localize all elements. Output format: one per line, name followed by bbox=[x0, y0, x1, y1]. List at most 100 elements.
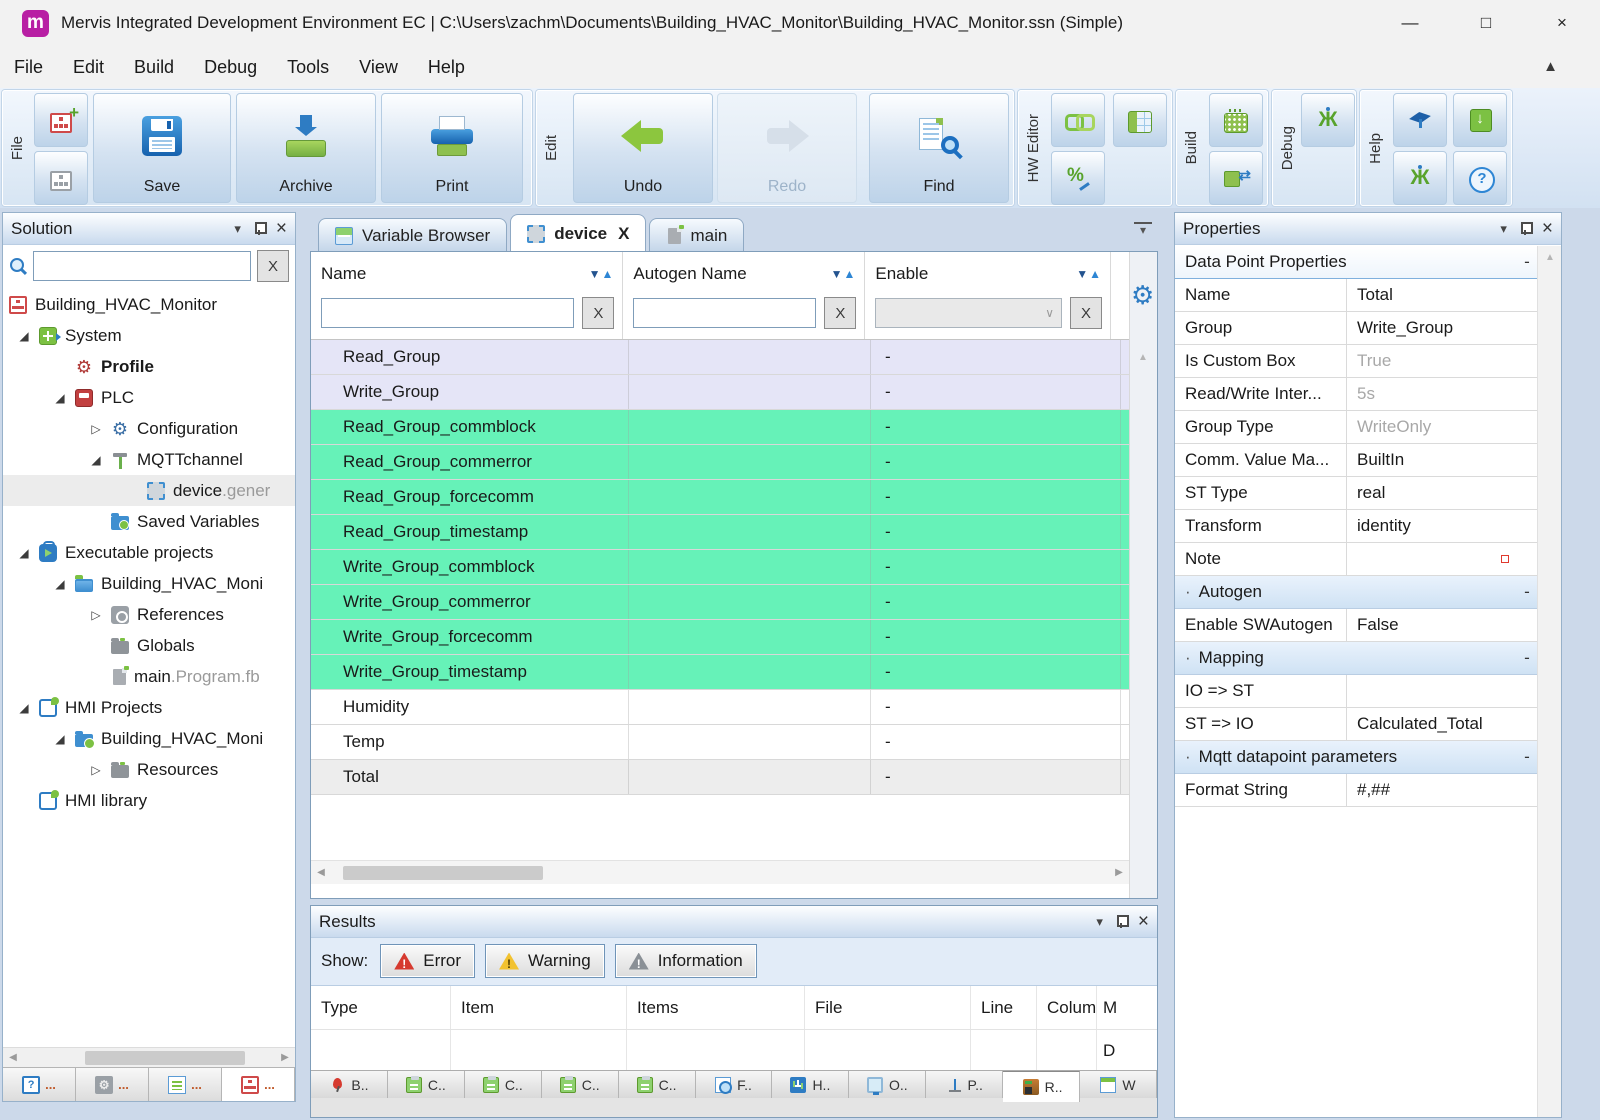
variable-row[interactable]: Write_Group_commerror - bbox=[311, 585, 1129, 620]
output-tab[interactable]: O.. bbox=[849, 1071, 926, 1098]
results-filter-button[interactable]: Error bbox=[380, 944, 475, 978]
variable-row[interactable]: Read_Group_timestamp - bbox=[311, 515, 1129, 550]
properties-menu-icon[interactable]: ▾ bbox=[1500, 221, 1507, 237]
variable-name-cell[interactable]: Read_Group_forcecomm bbox=[311, 480, 629, 514]
property-row[interactable]: Format String #,## bbox=[1175, 774, 1537, 807]
solution-menu-icon[interactable]: ▾ bbox=[234, 221, 241, 237]
section-collapse-icon[interactable]: - bbox=[1517, 582, 1537, 602]
variable-row[interactable]: Write_Group_forcecomm - bbox=[311, 620, 1129, 655]
expander-icon[interactable] bbox=[81, 763, 111, 777]
property-value[interactable]: WriteOnly bbox=[1347, 417, 1517, 437]
property-value[interactable]: 5s bbox=[1347, 384, 1517, 404]
solution-pin-icon[interactable] bbox=[253, 221, 264, 236]
undo-button[interactable]: Undo bbox=[573, 93, 713, 203]
variable-autogen-cell[interactable] bbox=[629, 445, 871, 479]
build-button[interactable] bbox=[1209, 93, 1263, 147]
results-pin-icon[interactable] bbox=[1115, 914, 1126, 929]
variable-row[interactable]: Read_Group_commerror - bbox=[311, 445, 1129, 480]
variable-enable-cell[interactable]: - bbox=[871, 760, 1121, 794]
sort-icons[interactable]: ▼▲ bbox=[1076, 267, 1102, 281]
expander-icon[interactable] bbox=[45, 391, 75, 405]
results-filter-button[interactable]: Warning bbox=[485, 944, 605, 978]
menu-item[interactable]: Debug bbox=[204, 57, 257, 78]
variable-autogen-cell[interactable] bbox=[629, 760, 871, 794]
save-button[interactable]: Save bbox=[93, 93, 231, 203]
property-row[interactable]: Group Write_Group bbox=[1175, 312, 1537, 345]
variable-enable-cell[interactable]: - bbox=[871, 445, 1121, 479]
variable-name-cell[interactable]: Write_Group_forcecomm bbox=[311, 620, 629, 654]
menu-item[interactable]: Build bbox=[134, 57, 174, 78]
output-tab[interactable]: C.. bbox=[465, 1071, 542, 1098]
variable-autogen-cell[interactable] bbox=[629, 655, 871, 689]
enable-filter-clear-button[interactable]: X bbox=[1070, 297, 1102, 329]
dock-tab[interactable]: ... bbox=[222, 1068, 295, 1101]
variable-row[interactable]: Temp - bbox=[311, 725, 1129, 760]
solution-search-input[interactable] bbox=[33, 251, 251, 281]
solution-horizontal-scrollbar[interactable]: ◀ ▶ bbox=[3, 1047, 295, 1067]
editor-tab[interactable]: main bbox=[649, 218, 744, 252]
property-row[interactable]: Is Custom Box True bbox=[1175, 345, 1537, 378]
variable-enable-cell[interactable]: - bbox=[871, 725, 1121, 759]
help-bug-button[interactable] bbox=[1393, 151, 1447, 205]
property-row[interactable]: Enable SWAutogen False bbox=[1175, 609, 1537, 642]
output-tab[interactable]: C.. bbox=[542, 1071, 619, 1098]
hw-link-button[interactable] bbox=[1051, 93, 1105, 147]
scroll-right-icon[interactable]: ▶ bbox=[275, 1052, 295, 1063]
menu-item[interactable]: Tools bbox=[287, 57, 329, 78]
redo-button[interactable]: Redo bbox=[717, 93, 857, 203]
tree-item[interactable]: Saved Variables bbox=[3, 506, 295, 537]
expander-icon[interactable] bbox=[81, 608, 111, 622]
expander-icon[interactable] bbox=[9, 701, 39, 715]
properties-scrollbar[interactable]: ▲ bbox=[1537, 246, 1561, 1117]
enable-filter-dropdown[interactable]: ∨ bbox=[875, 298, 1062, 328]
results-column-header[interactable]: Line bbox=[971, 986, 1037, 1029]
variable-row[interactable]: Humidity - bbox=[311, 690, 1129, 725]
variable-autogen-cell[interactable] bbox=[629, 585, 871, 619]
tree-item[interactable]: HMI Projects bbox=[3, 692, 295, 723]
variable-enable-cell[interactable]: - bbox=[871, 340, 1121, 374]
tree-item[interactable]: Resources bbox=[3, 754, 295, 785]
properties-close-icon[interactable]: × bbox=[1542, 221, 1553, 237]
variable-enable-cell[interactable]: - bbox=[871, 690, 1121, 724]
property-value[interactable]: Calculated_Total bbox=[1347, 714, 1517, 734]
scroll-left-icon[interactable]: ◀ bbox=[3, 1052, 23, 1063]
output-tab[interactable]: C.. bbox=[388, 1071, 465, 1098]
grid-vertical-scrollbar[interactable]: ⚙ ▲ bbox=[1129, 252, 1157, 898]
editor-tab[interactable]: device X bbox=[510, 214, 646, 252]
variable-enable-cell[interactable]: - bbox=[871, 550, 1121, 584]
help-learn-button[interactable] bbox=[1393, 93, 1447, 147]
section-collapse-icon[interactable]: - bbox=[1517, 747, 1537, 767]
tree-item[interactable]: Configuration bbox=[3, 413, 295, 444]
output-tab[interactable]: H.. bbox=[772, 1071, 849, 1098]
variable-enable-cell[interactable]: - bbox=[871, 410, 1121, 444]
scrollbar-thumb[interactable] bbox=[343, 866, 543, 880]
property-row[interactable]: Autogen - bbox=[1175, 576, 1537, 609]
find-button[interactable]: Find bbox=[869, 93, 1009, 203]
output-tab[interactable]: W bbox=[1080, 1071, 1157, 1098]
tree-item[interactable]: Building_HVAC_Moni bbox=[3, 568, 295, 599]
variable-autogen-cell[interactable] bbox=[629, 550, 871, 584]
results-column-header[interactable]: Item bbox=[451, 986, 627, 1029]
solution-search-clear-button[interactable]: X bbox=[257, 250, 289, 282]
variable-row[interactable]: Write_Group_timestamp - bbox=[311, 655, 1129, 690]
variable-name-cell[interactable]: Write_Group_commblock bbox=[311, 550, 629, 584]
expander-icon[interactable] bbox=[9, 329, 39, 343]
grid-settings-gear-icon[interactable]: ⚙ bbox=[1131, 280, 1154, 311]
variable-autogen-cell[interactable] bbox=[629, 340, 871, 374]
output-tab[interactable]: F.. bbox=[696, 1071, 773, 1098]
expander-icon[interactable] bbox=[45, 577, 75, 591]
scroll-up-icon[interactable]: ▲ bbox=[1138, 352, 1148, 363]
expander-icon[interactable] bbox=[45, 732, 75, 746]
tree-item[interactable]: Profile bbox=[3, 351, 295, 382]
property-row[interactable]: Read/Write Inter... 5s bbox=[1175, 378, 1537, 411]
property-value[interactable]: True bbox=[1347, 351, 1517, 371]
section-collapse-icon[interactable]: - bbox=[1517, 648, 1537, 668]
autogen-filter-input[interactable] bbox=[633, 298, 816, 328]
tree-item[interactable]: Executable projects bbox=[3, 537, 295, 568]
property-row[interactable]: Data Point Properties - bbox=[1175, 246, 1537, 279]
variable-autogen-cell[interactable] bbox=[629, 410, 871, 444]
menu-item[interactable]: File bbox=[14, 57, 43, 78]
hw-table-button[interactable] bbox=[1113, 93, 1167, 147]
tab-close-icon[interactable]: X bbox=[618, 224, 629, 244]
property-value[interactable]: #,## bbox=[1347, 780, 1517, 800]
